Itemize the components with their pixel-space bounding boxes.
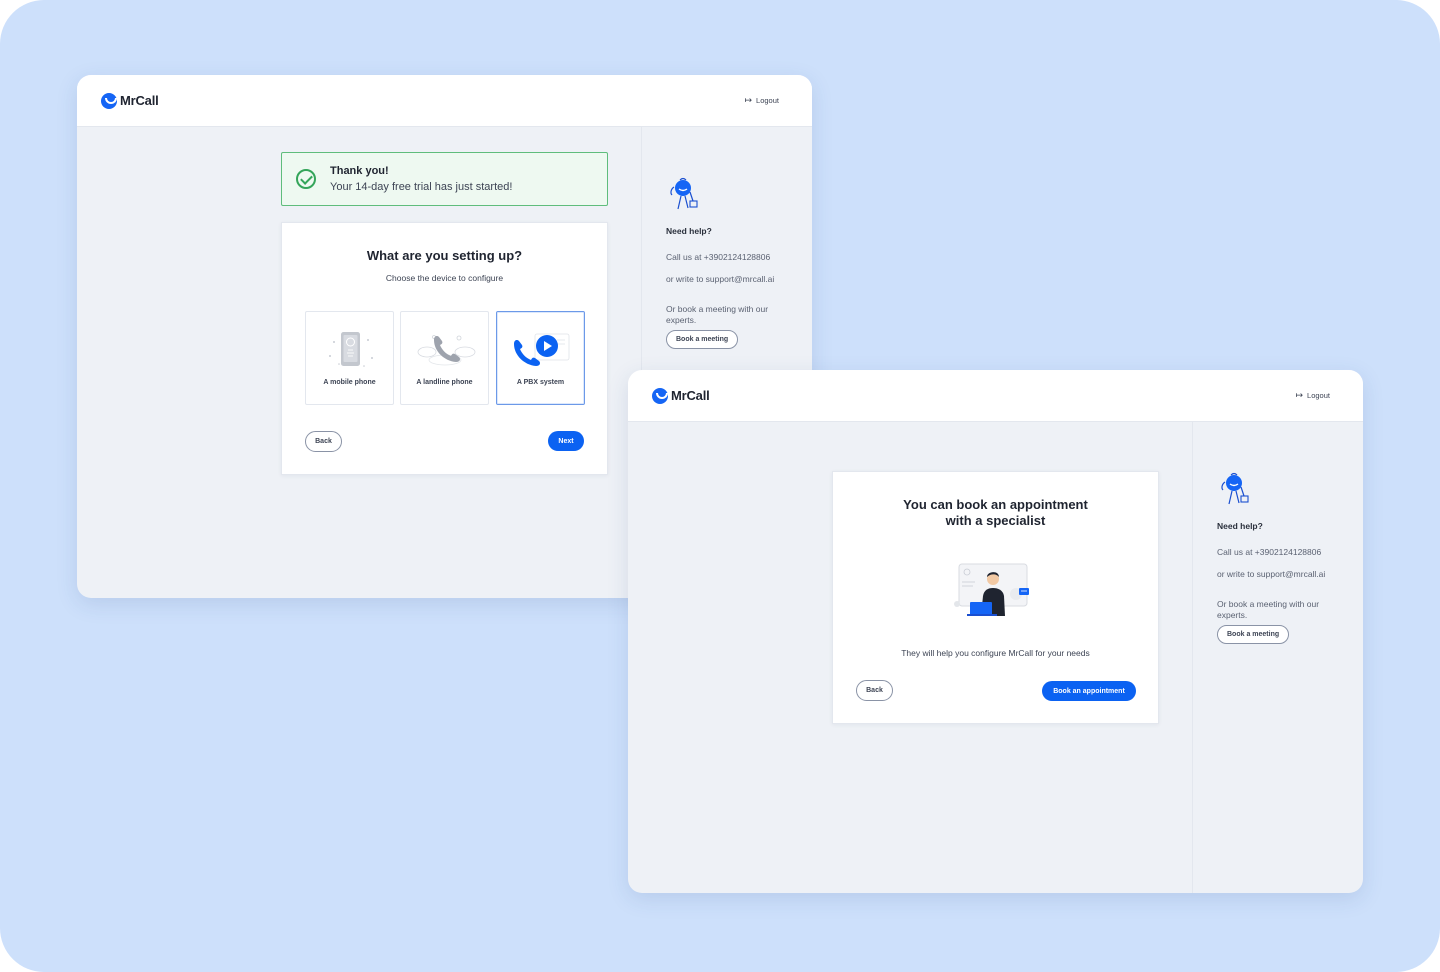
appointment-window: MrCall ↦ Logout You can book an appointm…: [628, 370, 1363, 893]
logout-label: Logout: [1307, 391, 1330, 400]
logo[interactable]: MrCall: [101, 92, 159, 109]
next-button[interactable]: Next: [548, 431, 584, 451]
book-meeting-button[interactable]: Book a meeting: [666, 330, 739, 349]
appointment-card: You can book an appointment with a speci…: [832, 471, 1159, 724]
mascot-icon: [1221, 472, 1249, 505]
help-title: Need help?: [1217, 521, 1263, 531]
help-meeting-text: Or book a meeting with our experts.: [666, 304, 769, 325]
top-bar: MrCall ↦ Logout: [77, 75, 812, 127]
help-write-text: or write to support@mrcall.ai: [666, 273, 775, 284]
option-label: A mobile phone: [323, 379, 376, 386]
option-mobile-phone[interactable]: A mobile phone: [305, 311, 394, 405]
logout-label: Logout: [756, 96, 779, 105]
title-line-1: You can book an appointment: [903, 497, 1088, 512]
book-meeting-button[interactable]: Book a meeting: [1217, 625, 1290, 644]
mascot-icon: [670, 177, 698, 210]
notice-title: Thank you!: [330, 165, 389, 177]
mrcall-logo-icon: [101, 92, 117, 109]
logo-text: MrCall: [120, 93, 159, 108]
pbx-system-icon: [514, 333, 570, 366]
title-line-2: with a specialist: [945, 512, 1046, 528]
notice-subtitle: Your 14-day free trial has just started!: [330, 181, 513, 193]
landline-phone-icon: [417, 335, 476, 366]
top-bar: MrCall ↦ Logout: [628, 370, 1363, 422]
logout-icon: ↦: [744, 95, 753, 105]
option-landline-phone[interactable]: A landline phone: [400, 311, 489, 405]
logout-button[interactable]: ↦ Logout: [1296, 390, 1331, 401]
mrcall-logo-icon: [652, 387, 668, 404]
back-button[interactable]: Back: [305, 431, 342, 452]
book-appointment-button[interactable]: Book an appointment: [1042, 681, 1136, 701]
option-label: A PBX system: [516, 379, 565, 386]
help-write-text: or write to support@mrcall.ai: [1217, 568, 1326, 579]
option-label: A landline phone: [416, 379, 473, 386]
specialist-laptop-icon: [954, 563, 1029, 616]
mobile-phone-icon: [329, 332, 373, 367]
trial-started-notice: Thank you! Your 14-day free trial has ju…: [281, 152, 608, 206]
help-meeting-text: Or book a meeting with our experts.: [1217, 599, 1320, 620]
help-call-text: Call us at +3902124128806: [666, 252, 771, 262]
background-canvas: MrCall ↦ Logout Thank you! Your 14-day f…: [0, 0, 1440, 972]
page-title: You can book an appointment with a speci…: [833, 497, 1158, 528]
logo[interactable]: MrCall: [652, 387, 710, 404]
appointment-description: They will help you configure MrCall for …: [901, 648, 1090, 658]
page-subtitle: Choose the device to configure: [385, 273, 504, 283]
logo-text: MrCall: [671, 388, 710, 403]
back-button[interactable]: Back: [856, 680, 893, 701]
option-pbx-system[interactable]: A PBX system: [496, 311, 585, 405]
logout-icon: ↦: [1295, 390, 1304, 400]
help-sidebar: Need help? Call us at +3902124128806 or …: [1192, 422, 1363, 893]
logout-button[interactable]: ↦ Logout: [745, 95, 780, 106]
check-circle-icon: [296, 169, 316, 189]
help-title: Need help?: [666, 226, 712, 236]
device-setup-card: What are you setting up? Choose the devi…: [281, 222, 608, 475]
page-title: What are you setting up?: [366, 248, 523, 263]
help-call-text: Call us at +3902124128806: [1217, 547, 1322, 557]
